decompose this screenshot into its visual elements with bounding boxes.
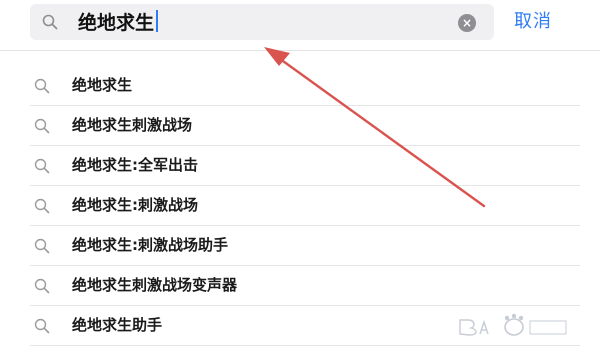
cancel-button[interactable]: 取消: [514, 10, 552, 34]
search-icon: [34, 278, 50, 294]
search-icon: [34, 78, 50, 94]
suggestion-label: 绝地求生:全军出击: [72, 156, 198, 174]
search-icon: [34, 198, 50, 214]
divider: [30, 345, 580, 346]
suggestion-item[interactable]: 绝地求生刺激战场: [0, 106, 600, 146]
search-query-text: 绝地求生: [78, 12, 155, 34]
search-icon: [34, 118, 50, 134]
watermark-logo: [459, 313, 567, 336]
search-icon: [34, 158, 50, 174]
suggestion-item[interactable]: 绝地求生: [0, 66, 600, 106]
suggestion-item[interactable]: 绝地求生:刺激战场助手: [0, 226, 600, 266]
suggestion-item[interactable]: 绝地求生:刺激战场: [0, 186, 600, 226]
search-icon: [34, 318, 50, 334]
search-icon: [42, 14, 58, 30]
search-icon: [34, 238, 50, 254]
suggestion-item[interactable]: 绝地求生刺激战场变声器: [0, 266, 600, 306]
text-caret: [156, 10, 159, 32]
search-box[interactable]: 绝地求生 ×: [30, 4, 494, 40]
suggestion-label: 绝地求生:刺激战场助手: [72, 236, 228, 254]
search-bar: 绝地求生 × 取消: [0, 0, 600, 52]
divider: [0, 50, 600, 51]
suggestion-label: 绝地求生助手: [72, 316, 163, 334]
suggestion-label: 绝地求生:刺激战场: [72, 196, 198, 214]
search-input[interactable]: 绝地求生: [78, 10, 159, 35]
suggestion-item[interactable]: 绝地求生:全军出击: [0, 146, 600, 186]
suggestion-label: 绝地求生刺激战场: [72, 116, 193, 134]
clear-icon[interactable]: ×: [458, 14, 476, 32]
suggestion-list: 绝地求生 绝地求生刺激战场 绝地求生:全军出击 绝地求生:刺激战场 绝地求生:刺…: [0, 66, 600, 346]
suggestion-label: 绝地求生刺激战场变声器: [72, 276, 238, 294]
suggestion-label: 绝地求生: [72, 76, 133, 94]
